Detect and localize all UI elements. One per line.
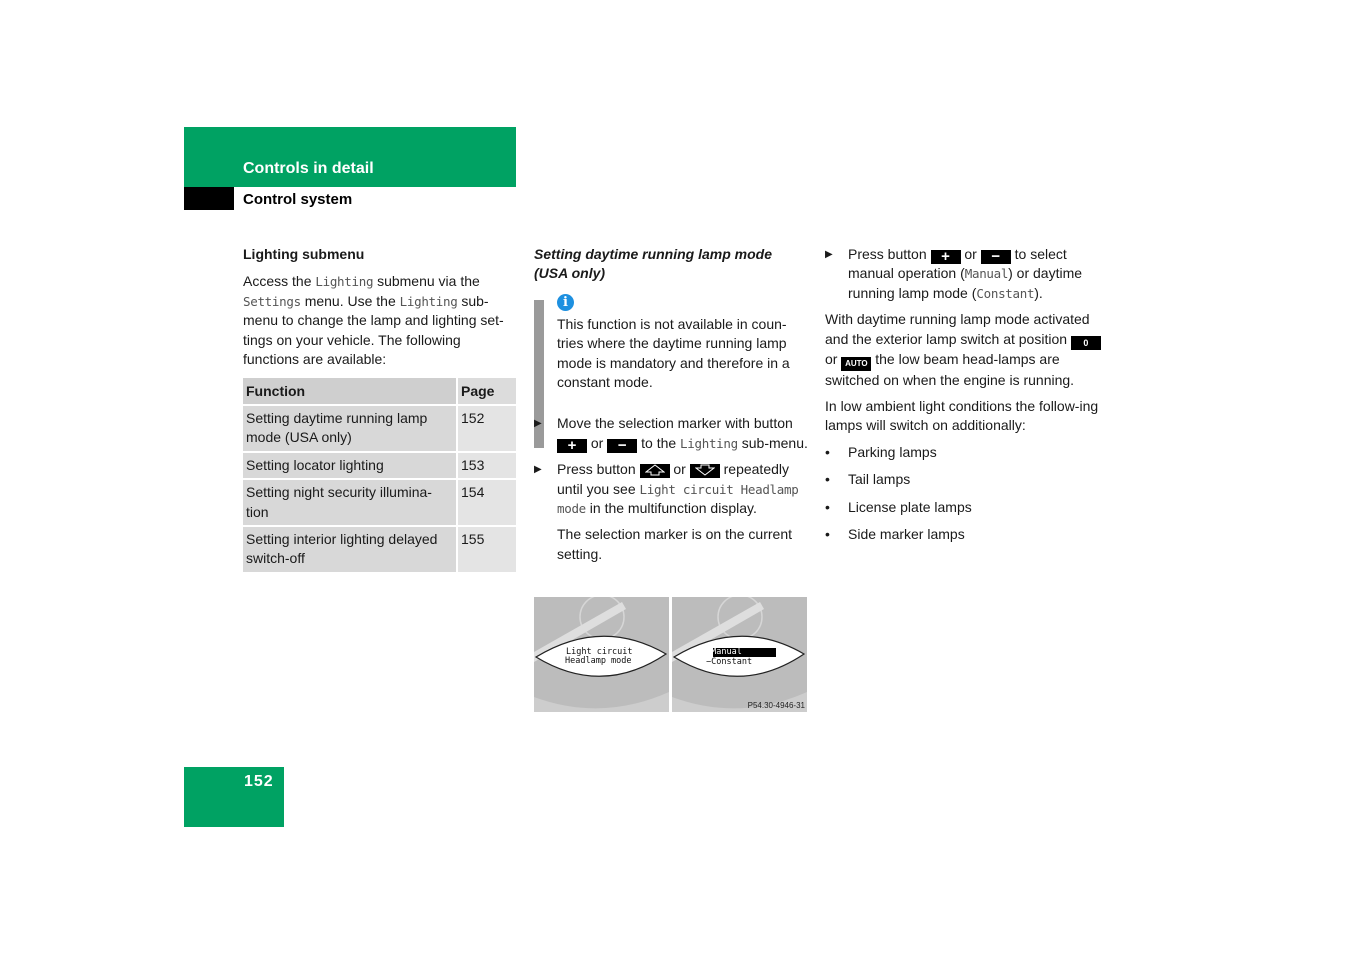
column-lighting-submenu: Lighting submenu Access the Lighting sub… — [243, 245, 518, 376]
list-item: • Side marker lamps — [825, 525, 1105, 544]
up-arrow-key-icon — [639, 464, 670, 479]
display-term-manual: Manual — [964, 266, 1009, 282]
display-term-lighting: Lighting — [680, 435, 738, 451]
lighting-intro-paragraph: Access the Lighting submenu via the Sett… — [243, 273, 504, 368]
display-panel-light-circuit: Light circuit Headlamp mode — [534, 597, 669, 712]
daytime-mode-paragraph: With daytime running lamp mode activated… — [825, 310, 1105, 390]
step-arrow-icon: ▶ — [534, 464, 542, 476]
function-cell: Setting daytime running lamp mode (USA o… — [243, 406, 456, 453]
display-panel-mode-select: +Manual −Constant P54.30-4946-31 — [672, 597, 807, 712]
bullet-icon: • — [825, 471, 830, 488]
list-item: • License plate lamps — [825, 498, 1105, 517]
table-row: Setting night security illumina-tion 154 — [243, 480, 516, 528]
figure-code: P54.30-4946-31 — [747, 701, 805, 710]
display-term-lighting: Lighting — [315, 274, 374, 290]
step-arrow-icon: ▶ — [534, 418, 542, 430]
low-light-paragraph: In low ambient light conditions the foll… — [825, 398, 1099, 434]
subsection-title: Control system — [243, 191, 353, 208]
page-cell: 152 — [456, 406, 516, 453]
display-option-selected: +Manual — [706, 647, 742, 657]
table-row: Setting locator lighting 153 — [243, 452, 516, 481]
table-header-row: Function Page — [243, 378, 516, 406]
lamps-list: • Parking lamps • Tail lamps • License plat… — [825, 443, 1105, 545]
lighting-submenu-heading: Lighting submenu — [243, 246, 365, 262]
column-header-page: Page — [456, 378, 516, 406]
display-term-constant: Constant — [976, 285, 1035, 301]
page-cell: 154 — [456, 480, 516, 528]
instruction-step: ▶ Press button or repeatedly until you s… — [534, 461, 799, 517]
step-result: The selection marker is on the current s… — [557, 526, 792, 562]
bullet-icon: • — [825, 526, 830, 543]
multifunction-display-figure: Light circuit Headlamp mode +Manual −Con… — [534, 597, 807, 712]
list-item: • Parking lamps — [825, 443, 1105, 462]
functions-table: Function Page Setting daytime running la… — [243, 378, 516, 574]
instruction-step: ▶ Move the selection marker with button … — [534, 415, 808, 454]
display-line: Headlamp mode — [565, 656, 632, 666]
list-item: • Tail lamps — [825, 470, 1105, 489]
display-term-lighting: Lighting — [399, 293, 458, 309]
switch-position-0-icon: 0 — [1070, 335, 1101, 350]
instruction-step: ▶ Press button + or − to select manual o… — [825, 246, 1083, 301]
section-title: Controls in detail — [243, 160, 374, 177]
table-row: Setting daytime running lamp mode (USA o… — [243, 406, 516, 453]
display-term-settings: Settings — [243, 293, 301, 309]
switch-position-auto-icon: AUTO — [841, 356, 872, 371]
display-option: −Constant — [706, 657, 753, 667]
page-cell: 155 — [456, 527, 516, 574]
function-cell: Setting locator lighting — [243, 452, 456, 481]
info-note: i This function is not available in coun… — [534, 292, 809, 448]
step-arrow-icon: ▶ — [825, 249, 833, 260]
function-cell: Setting night security illumina-tion — [243, 480, 456, 528]
minus-key-icon: − — [607, 438, 638, 453]
column-header-function: Function — [243, 378, 456, 406]
subsection-marker — [184, 187, 234, 210]
page-number: 152 — [244, 773, 274, 790]
function-cell: Setting interior lighting delayed switch… — [243, 527, 456, 574]
plus-key-icon: + — [557, 438, 587, 453]
table-row: Setting interior lighting delayed switch… — [243, 527, 516, 574]
minus-key-icon: − — [980, 249, 1011, 264]
bullet-icon: • — [825, 443, 830, 460]
down-arrow-key-icon — [689, 464, 720, 479]
note-text: This function is not available in coun-t… — [557, 315, 790, 391]
bullet-icon: • — [825, 498, 830, 515]
section-header-bar — [184, 127, 516, 187]
daytime-lamp-heading: Setting daytime running lamp mode (USA o… — [534, 246, 773, 282]
column-mode-select: ▶ Press button + or − to select manual o… — [825, 245, 1105, 552]
plus-key-icon: + — [930, 249, 961, 264]
info-icon: i — [557, 293, 574, 311]
column-daytime-running-lamp: Setting daytime running lamp mode (USA o… — [534, 245, 809, 571]
page-cell: 153 — [456, 452, 516, 481]
